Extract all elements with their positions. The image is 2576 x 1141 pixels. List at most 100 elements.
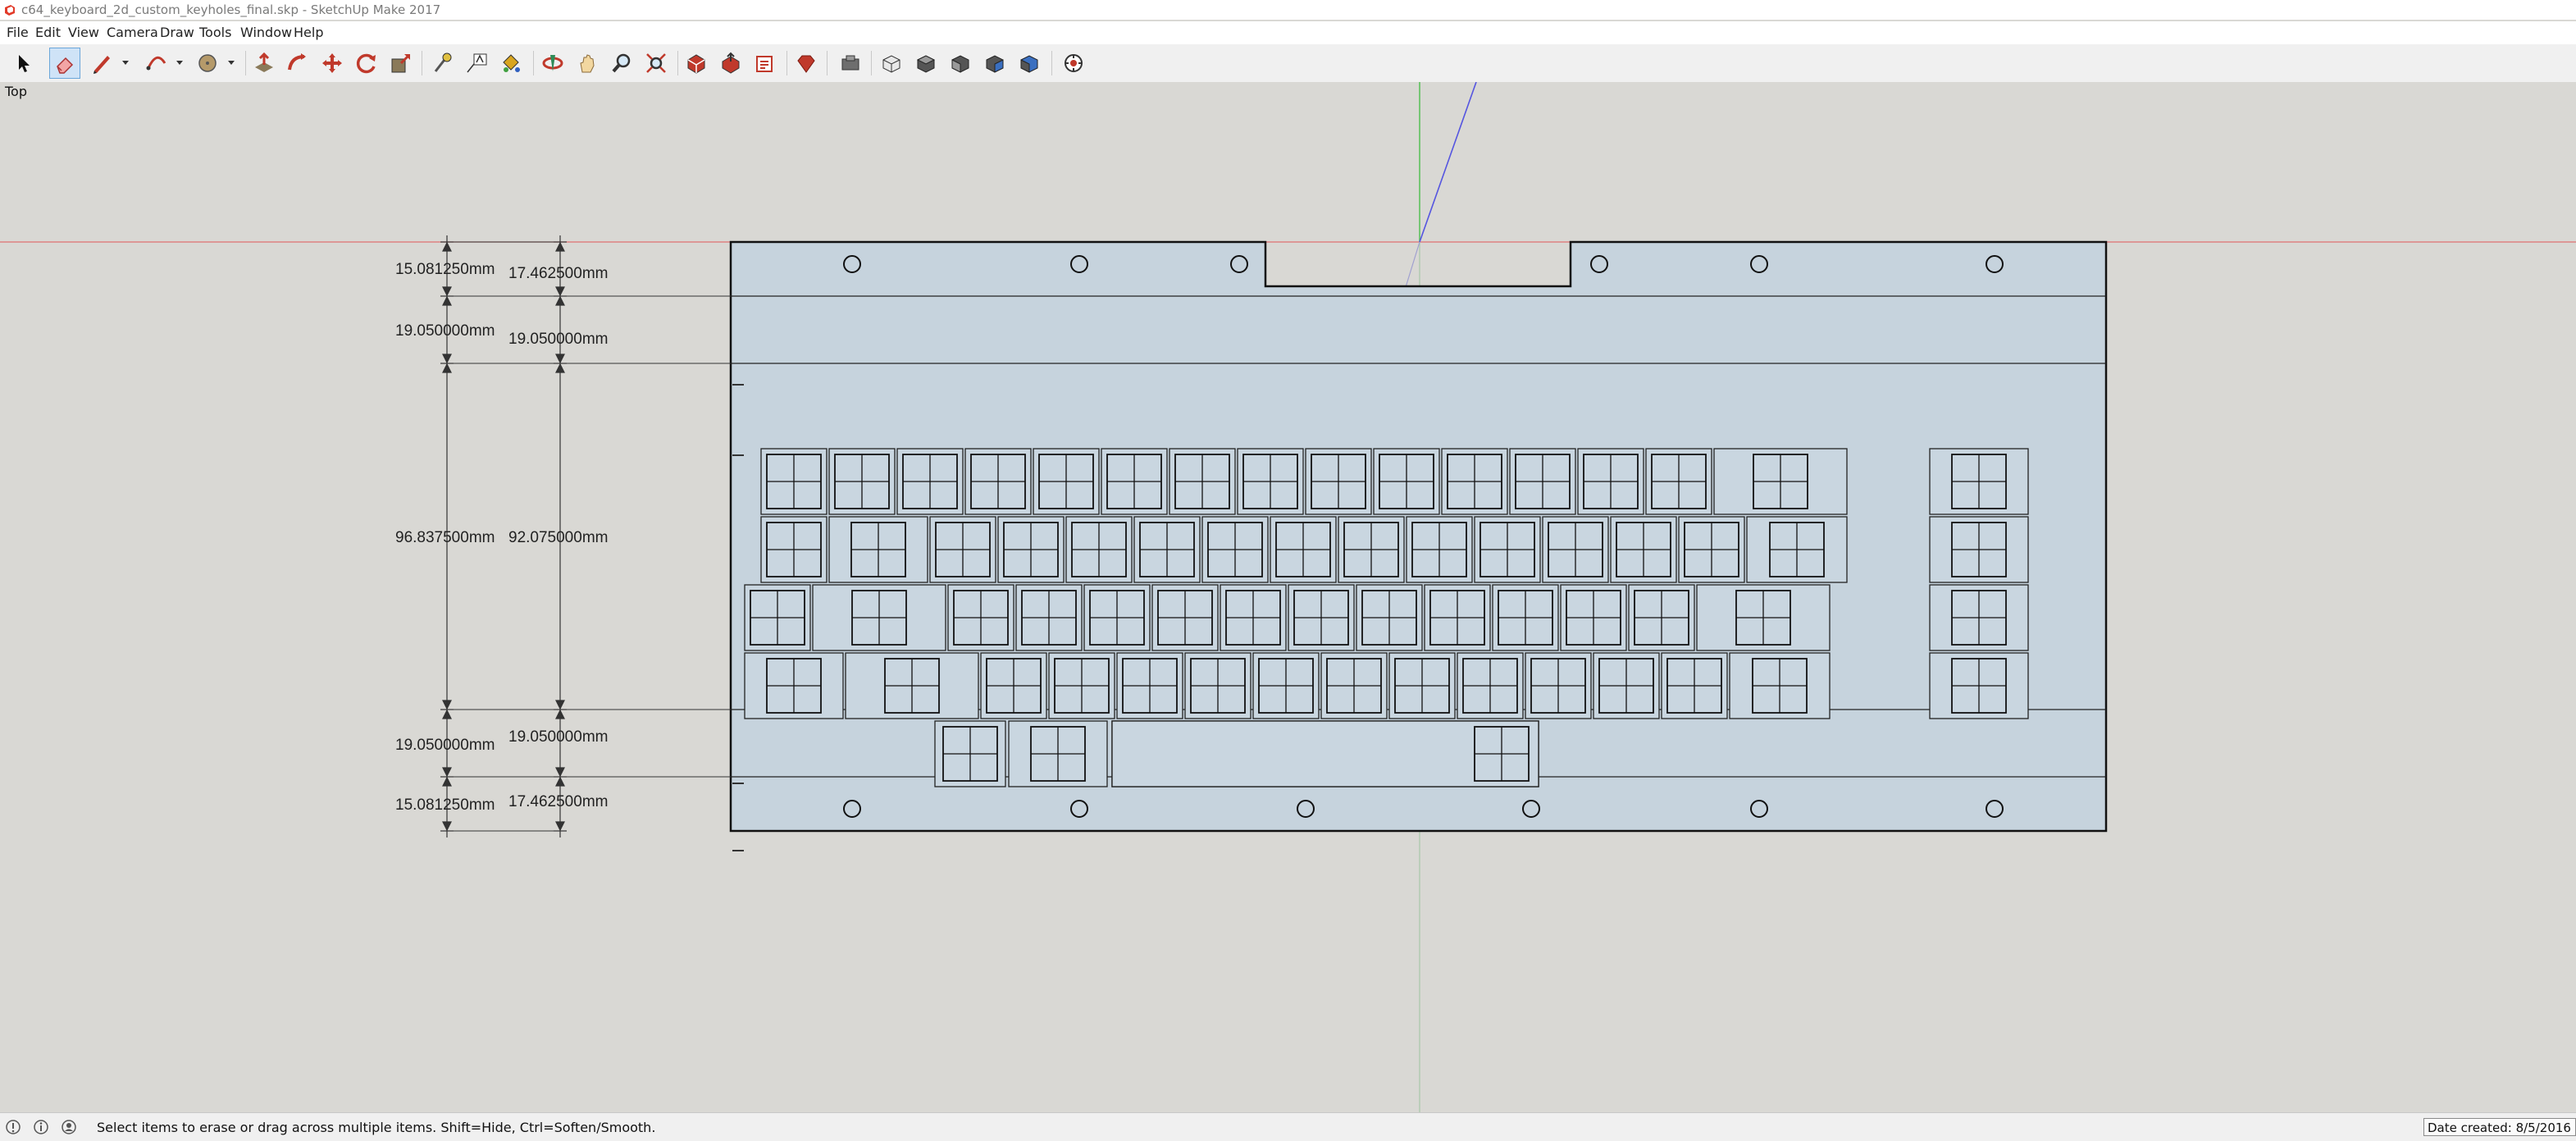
select-tool-button[interactable] — [8, 48, 39, 79]
pencil-line-tool-button[interactable] — [86, 48, 117, 79]
blue-axis-hidden — [1405, 241, 1420, 288]
arc-tool-button[interactable] — [141, 48, 172, 79]
dimension-arrow — [555, 241, 565, 252]
menu-draw[interactable]: Draw — [160, 25, 194, 40]
dimension-right-1[interactable]: 17.462500mm — [508, 265, 608, 282]
menu-help[interactable]: Help — [294, 25, 323, 40]
top-view-button[interactable] — [910, 48, 941, 79]
text-tool-button[interactable] — [461, 48, 492, 79]
orbit-tool-button[interactable] — [537, 48, 568, 79]
move-tool-button[interactable] — [317, 48, 348, 79]
eraser-tool-icon — [57, 57, 74, 74]
dimension-right-5[interactable]: 17.462500mm — [508, 793, 608, 810]
extension-ruby-button[interactable] — [791, 48, 822, 79]
menu-window[interactable]: Window — [240, 25, 292, 40]
toolbar-separator — [827, 51, 828, 75]
main-toolbar — [0, 44, 2576, 83]
menu-camera[interactable]: Camera — [107, 25, 158, 40]
right-view-button[interactable] — [979, 48, 1010, 79]
dimension-arrow — [555, 363, 565, 373]
toolbar-separator — [677, 51, 678, 75]
rotate-tool-icon — [356, 53, 376, 74]
dimension-arrow — [442, 821, 452, 832]
dimension-arrow — [442, 354, 452, 364]
shapes-dropdown-icon[interactable] — [226, 54, 237, 71]
share-model-icon — [722, 52, 740, 74]
rotate-tool-button[interactable] — [351, 48, 382, 79]
menu-view[interactable]: View — [68, 25, 99, 40]
push-pull-tool-icon — [255, 52, 273, 72]
tape-measure-tool-button[interactable] — [426, 48, 458, 79]
pan-tool-button[interactable] — [572, 48, 603, 79]
zoom-extents-tool-button[interactable] — [641, 48, 672, 79]
select-tool-icon — [19, 55, 30, 72]
blue-axis — [1419, 82, 1477, 243]
add-location-icon — [841, 55, 859, 71]
dimension-right-3[interactable]: 92.075000mm — [508, 529, 608, 546]
front-view-icon — [951, 55, 969, 73]
paint-bucket-tool-icon — [503, 54, 520, 72]
instructor-button[interactable] — [1058, 48, 1089, 79]
share-model-button[interactable] — [715, 48, 746, 79]
move-tool-icon — [322, 53, 342, 73]
3d-warehouse-button[interactable] — [681, 48, 712, 79]
zoom-tool-button[interactable] — [606, 48, 637, 79]
title-bar: c64_keyboard_2d_custom_keyholes_final.sk… — [0, 0, 2576, 20]
status-message: Select items to erase or drag across mul… — [97, 1120, 656, 1135]
iso-view-icon — [882, 55, 900, 73]
credits-icon[interactable] — [33, 1119, 49, 1135]
dimension-arrow — [555, 700, 565, 710]
extension-warehouse-icon — [756, 56, 773, 72]
pencil-line-tool-icon — [93, 56, 110, 74]
view-label: Top — [5, 84, 27, 99]
dimension-arrow — [442, 363, 452, 373]
iso-view-button[interactable] — [876, 48, 907, 79]
dimension-left-3[interactable]: 96.837500mm — [395, 529, 495, 546]
arc-dropdown-icon[interactable] — [174, 54, 185, 71]
line-dropdown-icon[interactable] — [120, 54, 131, 71]
toolbar-separator — [533, 51, 534, 75]
dimension-arrow — [442, 295, 452, 306]
follow-me-tool-button[interactable] — [282, 48, 313, 79]
top-view-icon — [916, 55, 936, 73]
shapes-tool-button[interactable] — [192, 48, 223, 79]
front-view-button[interactable] — [945, 48, 976, 79]
push-pull-tool-button[interactable] — [248, 48, 280, 79]
sign-in-user-icon[interactable] — [61, 1119, 77, 1135]
paint-bucket-tool-button[interactable] — [495, 48, 527, 79]
extension-ruby-icon — [797, 55, 815, 73]
date-created-field: Date created: 8/5/2016 12:0 — [2423, 1118, 2576, 1136]
drawing-canvas[interactable]: 15.081250mm 19.050000mm 96.837500mm 19.0… — [0, 82, 2576, 1112]
dimension-left-5[interactable]: 15.081250mm — [395, 796, 495, 814]
back-view-button[interactable] — [1014, 48, 1045, 79]
eraser-tool-button[interactable] — [49, 48, 80, 79]
dimension-arrow — [555, 776, 565, 787]
text-tool-icon — [467, 53, 487, 73]
dimension-arrow — [555, 709, 565, 719]
dimension-arrow — [555, 354, 565, 364]
window-title: c64_keyboard_2d_custom_keyholes_final.sk… — [21, 2, 441, 17]
scale-tool-button[interactable] — [385, 48, 417, 79]
dimension-left-1[interactable]: 15.081250mm — [395, 261, 495, 278]
dimension-left-4[interactable]: 19.050000mm — [395, 737, 495, 754]
toolbar-separator — [1051, 51, 1052, 75]
menu-edit[interactable]: Edit — [35, 25, 61, 40]
dimension-left-2[interactable]: 19.050000mm — [395, 322, 495, 340]
zoom-extents-tool-icon — [646, 53, 666, 73]
extension-warehouse-button[interactable] — [750, 48, 781, 79]
sketchup-logo-icon — [5, 5, 15, 16]
dimension-arrow — [555, 286, 565, 297]
dimension-arrow — [555, 295, 565, 306]
add-location-button[interactable] — [835, 48, 866, 79]
pan-tool-icon — [580, 54, 595, 73]
dimension-arrow — [442, 700, 452, 710]
toolbar-separator — [871, 51, 872, 75]
menu-file[interactable]: File — [7, 25, 29, 40]
scale-tool-icon — [391, 53, 411, 73]
model-viewport[interactable]: 15.081250mm 19.050000mm 96.837500mm 19.0… — [0, 82, 2576, 1112]
zoom-tool-icon — [612, 53, 631, 73]
dimension-right-4[interactable]: 19.050000mm — [508, 728, 608, 746]
geo-location-icon[interactable] — [5, 1119, 21, 1135]
menu-tools[interactable]: Tools — [199, 25, 231, 40]
dimension-right-2[interactable]: 19.050000mm — [508, 331, 608, 348]
